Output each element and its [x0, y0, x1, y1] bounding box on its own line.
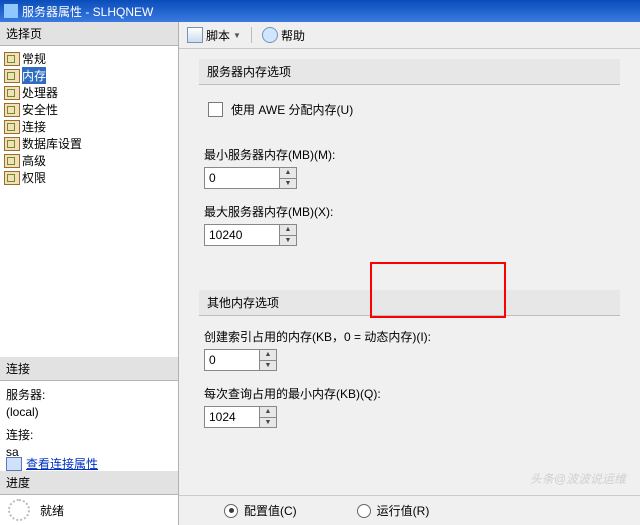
page-item-0[interactable]: 常规	[2, 50, 176, 67]
spin-buttons[interactable]: ▲▼	[259, 350, 276, 370]
footer: 配置值(C) 运行值(R)	[179, 495, 640, 525]
min-mem-input[interactable]: ▲▼	[204, 167, 297, 189]
progress-header: 进度	[0, 471, 178, 495]
radio-icon	[357, 504, 371, 518]
running-radio[interactable]: 运行值(R)	[357, 502, 430, 519]
page-icon	[4, 154, 20, 168]
script-button[interactable]: 脚本 ▼	[187, 27, 241, 44]
toolbar-separator	[251, 27, 252, 43]
section-other-memory: 其他内存选项	[199, 290, 620, 316]
query-mem-input[interactable]: ▲▼	[204, 406, 277, 428]
page-label: 处理器	[22, 84, 58, 101]
server-label: 服务器:	[6, 387, 172, 404]
page-item-3[interactable]: 安全性	[2, 101, 176, 118]
min-mem-label: 最小服务器内存(MB)(M):	[204, 146, 620, 163]
page-label: 数据库设置	[22, 135, 82, 152]
right-pane: 脚本 ▼ 帮助 服务器内存选项 使用 AWE 分配内存(U) 最小服务器内存(M…	[179, 22, 640, 525]
progress-icon	[8, 499, 30, 521]
main-content: 服务器内存选项 使用 AWE 分配内存(U) 最小服务器内存(MB)(M): ▲…	[179, 49, 640, 525]
progress-body: 就绪	[0, 495, 178, 525]
radio-icon	[224, 504, 238, 518]
spin-buttons[interactable]: ▲▼	[279, 225, 296, 245]
index-mem-label: 创建索引占用的内存(KB，0 = 动态内存)(I):	[204, 328, 620, 345]
page-label: 内存	[22, 67, 46, 84]
page-icon	[4, 69, 20, 83]
pages-header: 选择页	[0, 22, 178, 46]
page-item-1[interactable]: 内存	[2, 67, 176, 84]
page-icon	[4, 86, 20, 100]
progress-text: 就绪	[40, 502, 64, 519]
page-item-6[interactable]: 高级	[2, 152, 176, 169]
spin-buttons[interactable]: ▲▼	[259, 407, 276, 427]
page-tree: 常规内存处理器安全性连接数据库设置高级权限	[0, 46, 178, 186]
connection-body: 服务器: (local) 连接: sa 查看连接属性	[0, 381, 178, 471]
page-label: 权限	[22, 169, 46, 186]
title-text: 服务器属性 - SLHQNEW	[22, 3, 153, 20]
configured-radio[interactable]: 配置值(C)	[224, 502, 297, 519]
page-label: 连接	[22, 118, 46, 135]
conn-label: 连接:	[6, 427, 172, 444]
max-mem-input[interactable]: ▲▼	[204, 224, 297, 246]
help-button[interactable]: 帮助	[262, 27, 305, 44]
page-item-4[interactable]: 连接	[2, 118, 176, 135]
page-icon	[4, 52, 20, 66]
page-item-7[interactable]: 权限	[2, 169, 176, 186]
titlebar: 服务器属性 - SLHQNEW	[0, 0, 640, 22]
page-icon	[4, 120, 20, 134]
left-pane: 选择页 常规内存处理器安全性连接数据库设置高级权限 连接 服务器: (local…	[0, 22, 179, 525]
page-item-5[interactable]: 数据库设置	[2, 135, 176, 152]
server-value: (local)	[6, 404, 172, 421]
page-item-2[interactable]: 处理器	[2, 84, 176, 101]
app-icon	[4, 4, 18, 18]
page-icon	[4, 137, 20, 151]
page-label: 高级	[22, 152, 46, 169]
chevron-down-icon: ▼	[233, 31, 241, 40]
max-mem-label: 最大服务器内存(MB)(X):	[204, 203, 620, 220]
toolbar: 脚本 ▼ 帮助	[179, 22, 640, 49]
page-label: 安全性	[22, 101, 58, 118]
watermark: 头条@波波说运维	[530, 470, 626, 487]
connection-header: 连接	[0, 357, 178, 381]
index-mem-input[interactable]: ▲▼	[204, 349, 277, 371]
awe-label: 使用 AWE 分配内存(U)	[231, 101, 353, 118]
awe-checkbox[interactable]	[208, 102, 223, 117]
help-icon	[262, 27, 278, 43]
script-icon	[187, 27, 203, 43]
link-icon	[6, 457, 22, 471]
page-icon	[4, 171, 20, 185]
view-conn-props-link[interactable]: 查看连接属性	[26, 456, 98, 473]
page-icon	[4, 103, 20, 117]
section-server-memory: 服务器内存选项	[199, 59, 620, 85]
page-label: 常规	[22, 50, 46, 67]
query-mem-label: 每次查询占用的最小内存(KB)(Q):	[204, 385, 620, 402]
spin-buttons[interactable]: ▲▼	[279, 168, 296, 188]
